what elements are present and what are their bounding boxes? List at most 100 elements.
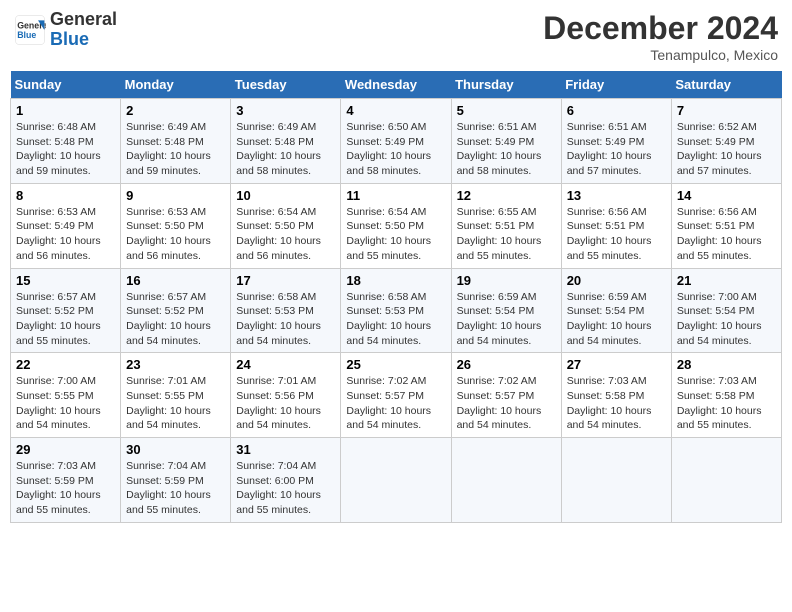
- calendar-day-cell: 21 Sunrise: 7:00 AMSunset: 5:54 PMDaylig…: [671, 268, 781, 353]
- calendar-day-cell: 12 Sunrise: 6:55 AMSunset: 5:51 PMDaylig…: [451, 183, 561, 268]
- day-number: 29: [16, 442, 115, 457]
- col-wednesday: Wednesday: [341, 71, 451, 99]
- day-number: 18: [346, 273, 445, 288]
- day-number: 22: [16, 357, 115, 372]
- calendar-day-cell: [671, 438, 781, 523]
- day-number: 10: [236, 188, 335, 203]
- calendar-day-cell: 14 Sunrise: 6:56 AMSunset: 5:51 PMDaylig…: [671, 183, 781, 268]
- col-sunday: Sunday: [11, 71, 121, 99]
- calendar-day-cell: 10 Sunrise: 6:54 AMSunset: 5:50 PMDaylig…: [231, 183, 341, 268]
- calendar-day-cell: [341, 438, 451, 523]
- day-number: 26: [457, 357, 556, 372]
- day-info: Sunrise: 6:56 AMSunset: 5:51 PMDaylight:…: [677, 206, 762, 262]
- calendar-day-cell: 13 Sunrise: 6:56 AMSunset: 5:51 PMDaylig…: [561, 183, 671, 268]
- calendar-day-cell: 11 Sunrise: 6:54 AMSunset: 5:50 PMDaylig…: [341, 183, 451, 268]
- day-info: Sunrise: 6:52 AMSunset: 5:49 PMDaylight:…: [677, 121, 762, 177]
- day-number: 7: [677, 103, 776, 118]
- logo-text-line2: Blue: [50, 30, 117, 50]
- day-info: Sunrise: 6:54 AMSunset: 5:50 PMDaylight:…: [346, 206, 431, 262]
- calendar-day-cell: 25 Sunrise: 7:02 AMSunset: 5:57 PMDaylig…: [341, 353, 451, 438]
- day-info: Sunrise: 6:56 AMSunset: 5:51 PMDaylight:…: [567, 206, 652, 262]
- day-number: 21: [677, 273, 776, 288]
- day-info: Sunrise: 6:49 AMSunset: 5:48 PMDaylight:…: [236, 121, 321, 177]
- day-number: 31: [236, 442, 335, 457]
- calendar-day-cell: 16 Sunrise: 6:57 AMSunset: 5:52 PMDaylig…: [121, 268, 231, 353]
- calendar-day-cell: 29 Sunrise: 7:03 AMSunset: 5:59 PMDaylig…: [11, 438, 121, 523]
- calendar-day-cell: 4 Sunrise: 6:50 AMSunset: 5:49 PMDayligh…: [341, 99, 451, 184]
- col-monday: Monday: [121, 71, 231, 99]
- calendar-day-cell: 8 Sunrise: 6:53 AMSunset: 5:49 PMDayligh…: [11, 183, 121, 268]
- calendar-day-cell: 22 Sunrise: 7:00 AMSunset: 5:55 PMDaylig…: [11, 353, 121, 438]
- calendar-week-row: 1 Sunrise: 6:48 AMSunset: 5:48 PMDayligh…: [11, 99, 782, 184]
- calendar-day-cell: 2 Sunrise: 6:49 AMSunset: 5:48 PMDayligh…: [121, 99, 231, 184]
- day-number: 27: [567, 357, 666, 372]
- day-info: Sunrise: 7:04 AMSunset: 6:00 PMDaylight:…: [236, 460, 321, 516]
- day-info: Sunrise: 6:54 AMSunset: 5:50 PMDaylight:…: [236, 206, 321, 262]
- calendar-day-cell: 1 Sunrise: 6:48 AMSunset: 5:48 PMDayligh…: [11, 99, 121, 184]
- calendar-day-cell: 18 Sunrise: 6:58 AMSunset: 5:53 PMDaylig…: [341, 268, 451, 353]
- col-tuesday: Tuesday: [231, 71, 341, 99]
- day-info: Sunrise: 7:01 AMSunset: 5:56 PMDaylight:…: [236, 375, 321, 431]
- day-info: Sunrise: 7:02 AMSunset: 5:57 PMDaylight:…: [457, 375, 542, 431]
- calendar-table: Sunday Monday Tuesday Wednesday Thursday…: [10, 71, 782, 523]
- day-number: 20: [567, 273, 666, 288]
- day-number: 2: [126, 103, 225, 118]
- day-number: 1: [16, 103, 115, 118]
- calendar-day-cell: 27 Sunrise: 7:03 AMSunset: 5:58 PMDaylig…: [561, 353, 671, 438]
- day-number: 5: [457, 103, 556, 118]
- day-number: 25: [346, 357, 445, 372]
- day-info: Sunrise: 7:01 AMSunset: 5:55 PMDaylight:…: [126, 375, 211, 431]
- calendar-day-cell: 19 Sunrise: 6:59 AMSunset: 5:54 PMDaylig…: [451, 268, 561, 353]
- location-title: Tenampulco, Mexico: [543, 47, 778, 63]
- day-info: Sunrise: 7:04 AMSunset: 5:59 PMDaylight:…: [126, 460, 211, 516]
- day-info: Sunrise: 6:57 AMSunset: 5:52 PMDaylight:…: [16, 291, 101, 347]
- day-number: 11: [346, 188, 445, 203]
- calendar-day-cell: 30 Sunrise: 7:04 AMSunset: 5:59 PMDaylig…: [121, 438, 231, 523]
- calendar-day-cell: 17 Sunrise: 6:58 AMSunset: 5:53 PMDaylig…: [231, 268, 341, 353]
- day-number: 15: [16, 273, 115, 288]
- day-number: 6: [567, 103, 666, 118]
- day-number: 30: [126, 442, 225, 457]
- day-number: 19: [457, 273, 556, 288]
- day-number: 14: [677, 188, 776, 203]
- calendar-day-cell: 3 Sunrise: 6:49 AMSunset: 5:48 PMDayligh…: [231, 99, 341, 184]
- day-number: 17: [236, 273, 335, 288]
- header-row: Sunday Monday Tuesday Wednesday Thursday…: [11, 71, 782, 99]
- day-info: Sunrise: 7:03 AMSunset: 5:58 PMDaylight:…: [677, 375, 762, 431]
- day-info: Sunrise: 6:51 AMSunset: 5:49 PMDaylight:…: [457, 121, 542, 177]
- page-header: General Blue General Blue December 2024 …: [10, 10, 782, 63]
- day-number: 3: [236, 103, 335, 118]
- day-number: 12: [457, 188, 556, 203]
- logo: General Blue General Blue: [14, 10, 117, 50]
- day-info: Sunrise: 6:53 AMSunset: 5:50 PMDaylight:…: [126, 206, 211, 262]
- logo-icon: General Blue: [14, 14, 46, 46]
- day-info: Sunrise: 7:00 AMSunset: 5:54 PMDaylight:…: [677, 291, 762, 347]
- day-info: Sunrise: 7:02 AMSunset: 5:57 PMDaylight:…: [346, 375, 431, 431]
- month-title: December 2024: [543, 10, 778, 47]
- calendar-day-cell: 5 Sunrise: 6:51 AMSunset: 5:49 PMDayligh…: [451, 99, 561, 184]
- calendar-week-row: 22 Sunrise: 7:00 AMSunset: 5:55 PMDaylig…: [11, 353, 782, 438]
- title-block: December 2024 Tenampulco, Mexico: [543, 10, 778, 63]
- day-number: 23: [126, 357, 225, 372]
- col-friday: Friday: [561, 71, 671, 99]
- day-number: 9: [126, 188, 225, 203]
- day-info: Sunrise: 6:48 AMSunset: 5:48 PMDaylight:…: [16, 121, 101, 177]
- day-number: 4: [346, 103, 445, 118]
- calendar-day-cell: 6 Sunrise: 6:51 AMSunset: 5:49 PMDayligh…: [561, 99, 671, 184]
- day-info: Sunrise: 6:53 AMSunset: 5:49 PMDaylight:…: [16, 206, 101, 262]
- calendar-day-cell: 7 Sunrise: 6:52 AMSunset: 5:49 PMDayligh…: [671, 99, 781, 184]
- day-number: 16: [126, 273, 225, 288]
- day-number: 8: [16, 188, 115, 203]
- day-info: Sunrise: 6:58 AMSunset: 5:53 PMDaylight:…: [236, 291, 321, 347]
- calendar-week-row: 29 Sunrise: 7:03 AMSunset: 5:59 PMDaylig…: [11, 438, 782, 523]
- day-info: Sunrise: 6:59 AMSunset: 5:54 PMDaylight:…: [567, 291, 652, 347]
- day-info: Sunrise: 6:57 AMSunset: 5:52 PMDaylight:…: [126, 291, 211, 347]
- day-info: Sunrise: 7:00 AMSunset: 5:55 PMDaylight:…: [16, 375, 101, 431]
- day-info: Sunrise: 7:03 AMSunset: 5:59 PMDaylight:…: [16, 460, 101, 516]
- day-info: Sunrise: 7:03 AMSunset: 5:58 PMDaylight:…: [567, 375, 652, 431]
- col-thursday: Thursday: [451, 71, 561, 99]
- day-number: 13: [567, 188, 666, 203]
- day-number: 28: [677, 357, 776, 372]
- calendar-day-cell: 24 Sunrise: 7:01 AMSunset: 5:56 PMDaylig…: [231, 353, 341, 438]
- calendar-day-cell: 31 Sunrise: 7:04 AMSunset: 6:00 PMDaylig…: [231, 438, 341, 523]
